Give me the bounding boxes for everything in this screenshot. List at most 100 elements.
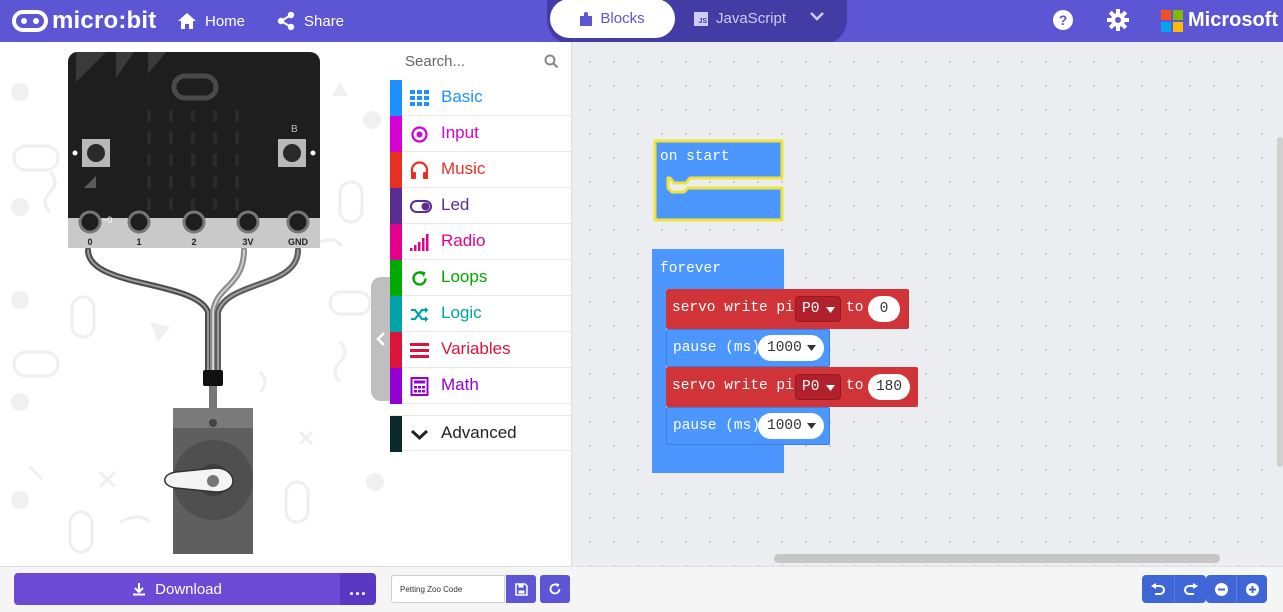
- blocks-tab-label: Blocks: [600, 10, 645, 27]
- category-basic[interactable]: Basic: [390, 80, 571, 116]
- refresh-icon: [412, 271, 427, 286]
- microsoft-logo[interactable]: Microsoft: [1161, 9, 1278, 32]
- category-input-strip: [390, 116, 402, 152]
- save-icon: [514, 582, 528, 596]
- category-loops-strip: [390, 260, 402, 296]
- toggle-icon: [410, 200, 432, 213]
- gear-icon[interactable]: [1107, 9, 1129, 31]
- category-radio-label: Radio: [441, 231, 486, 250]
- grid-icon: [410, 90, 429, 106]
- puzzle-icon: [580, 11, 593, 26]
- pause-duration-value-1: 1000: [767, 340, 802, 356]
- undo-icon: [1151, 583, 1165, 595]
- zoom-out-icon: [1214, 582, 1228, 596]
- category-advanced-strip: [390, 416, 402, 452]
- microbit-board[interactable]: B 0 1 2 3V GND ~0: [66, 50, 326, 560]
- zoom-out-button[interactable]: [1206, 575, 1236, 603]
- angle-input-1[interactable]: 0: [868, 296, 900, 322]
- category-math[interactable]: Math: [390, 368, 571, 404]
- pin-3v-label: 3V: [242, 237, 253, 247]
- category-led[interactable]: Led: [390, 188, 571, 224]
- lines-icon: [410, 343, 429, 358]
- save-button[interactable]: [506, 575, 536, 603]
- logo-text: micro:bit: [52, 7, 157, 34]
- pause-block-1[interactable]: pause (ms) 1000: [666, 329, 830, 367]
- category-music[interactable]: Music: [390, 152, 571, 188]
- collapse-simulator-handle[interactable]: [371, 277, 390, 401]
- angle-input-2[interactable]: 180: [868, 374, 910, 400]
- category-loops[interactable]: Loops: [390, 260, 571, 296]
- category-music-label: Music: [441, 159, 486, 178]
- project-name-input[interactable]: [391, 575, 505, 603]
- category-variables[interactable]: Variables: [390, 332, 571, 368]
- horizontal-scrollbar[interactable]: [774, 554, 1220, 563]
- headphones-icon: [410, 161, 429, 179]
- calculator-icon: [410, 377, 429, 396]
- vertical-scrollbar[interactable]: [1277, 137, 1283, 467]
- chevron-down-icon[interactable]: [809, 10, 825, 22]
- forever-label: forever: [660, 261, 721, 277]
- to-label-2: to: [846, 378, 864, 394]
- editor-mode-toggle: Blocks JS JavaScript: [547, 0, 847, 44]
- category-logic-label: Logic: [441, 303, 482, 322]
- more-options-button[interactable]: ...: [340, 573, 376, 605]
- category-input-label: Input: [441, 123, 479, 142]
- dropdown-arrow-icon: [826, 385, 835, 391]
- chevron-down-icon: [410, 429, 429, 441]
- share-button[interactable]: Share: [276, 0, 344, 42]
- search-input[interactable]: [405, 52, 535, 70]
- to-label-1: to: [846, 300, 864, 316]
- pause-duration-value-2: 1000: [767, 418, 802, 434]
- servo-write-label-2: servo write pin: [672, 378, 803, 394]
- blocks-tab[interactable]: Blocks: [550, 0, 675, 38]
- servo-write-label-1: servo write pin: [672, 300, 803, 316]
- pause-duration-dropdown-2[interactable]: 1000: [758, 413, 824, 439]
- download-button[interactable]: Download: [14, 573, 340, 605]
- dropdown-arrow-icon: [807, 345, 816, 351]
- simulator-panel: B 0 1 2 3V GND ~0: [0, 42, 390, 566]
- zoom-in-button[interactable]: [1236, 575, 1267, 603]
- category-advanced[interactable]: Advanced: [390, 415, 571, 452]
- github-icon: [549, 583, 561, 595]
- category-logic[interactable]: Logic: [390, 296, 571, 332]
- home-button[interactable]: Home: [177, 0, 245, 42]
- pause-duration-dropdown-1[interactable]: 1000: [758, 335, 824, 361]
- javascript-icon: JS: [694, 11, 708, 26]
- category-advanced-label: Advanced: [441, 423, 517, 442]
- category-radio-strip: [390, 224, 402, 260]
- pin-dropdown-1[interactable]: P0: [795, 296, 841, 322]
- javascript-tab[interactable]: JS JavaScript: [694, 0, 786, 38]
- pause-label-2: pause (ms): [673, 418, 761, 434]
- download-icon: [133, 583, 146, 596]
- toolbox-search: [390, 42, 571, 80]
- category-radio[interactable]: Radio: [390, 224, 571, 260]
- pin-dropdown-value-1: P0: [802, 301, 820, 317]
- home-label: Home: [205, 12, 246, 30]
- microbit-logo[interactable]: micro:bit: [12, 6, 156, 36]
- servo-write-block-1[interactable]: servo write pin P0 to 0: [666, 289, 909, 329]
- pause-block-2[interactable]: pause (ms) 1000: [666, 407, 830, 445]
- microsoft-logo-icon: [1161, 9, 1183, 32]
- category-variables-label: Variables: [441, 339, 511, 358]
- category-variables-strip: [390, 332, 402, 368]
- top-menu-bar: micro:bit Home Share Blocks JS JavaScrip…: [0, 0, 1283, 44]
- github-button[interactable]: [540, 575, 570, 603]
- servo-write-block-2[interactable]: servo write pin P0 to 180: [666, 367, 918, 407]
- javascript-tab-label: JavaScript: [716, 10, 787, 27]
- help-icon[interactable]: ?: [1052, 9, 1074, 31]
- signal-bars-icon: [410, 234, 429, 251]
- pin-gnd-label: GND: [288, 237, 309, 247]
- input-target-icon: [411, 126, 428, 143]
- pin-dropdown-2[interactable]: P0: [795, 374, 841, 400]
- redo-button[interactable]: [1174, 575, 1206, 603]
- category-math-strip: [390, 368, 402, 404]
- blocks-workspace[interactable]: on start forever servo write pin P0 to 0…: [572, 42, 1283, 566]
- shuffle-icon: [411, 307, 429, 322]
- share-icon: [277, 11, 295, 31]
- servo-motor: [164, 408, 253, 554]
- search-icon[interactable]: [544, 54, 559, 69]
- category-input[interactable]: Input: [390, 116, 571, 152]
- category-loops-label: Loops: [441, 267, 488, 286]
- undo-button[interactable]: [1142, 575, 1174, 603]
- category-led-label: Led: [441, 195, 470, 214]
